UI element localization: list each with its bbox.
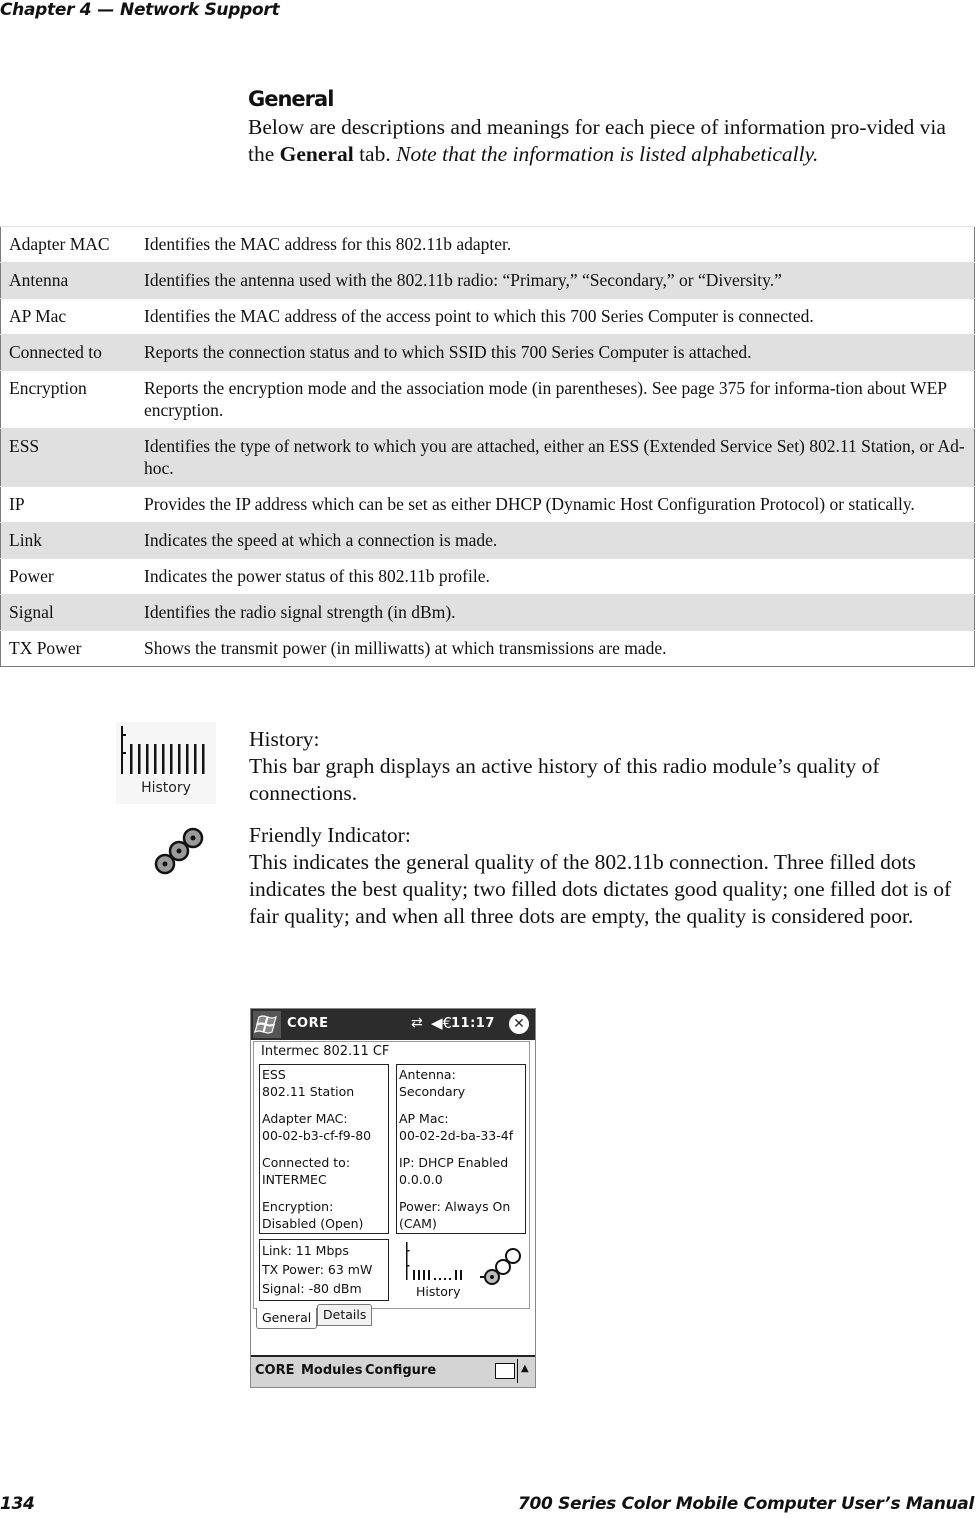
friendly-indicator-icon — [150, 822, 210, 882]
definition-description: Identifies the type of network to which … — [136, 428, 975, 487]
connected-to-value: INTERMEC — [262, 1172, 327, 1187]
adapter-panel-title: Intermec 802.11 CF — [261, 1044, 390, 1059]
definition-term: Link — [0, 522, 136, 559]
ess-value: 802.11 Station — [262, 1084, 355, 1099]
definition-term: Power — [0, 558, 136, 595]
history-graph: History — [404, 1242, 474, 1300]
section-intro: Below are descriptions and meanings for … — [248, 115, 946, 166]
encryption-value: Disabled (Open) — [262, 1216, 364, 1231]
definitions-table: Adapter MAC Identifies the MAC address fo… — [0, 226, 975, 667]
definition-term: Signal — [0, 594, 136, 631]
definition-description: Indicates the power status of this 802.1… — [136, 558, 975, 595]
history-icon: History — [116, 722, 216, 804]
power-value: (CAM) — [399, 1216, 437, 1231]
definition-description: Provides the IP address which can be set… — [136, 486, 975, 523]
ip-value: 0.0.0.0 — [399, 1172, 443, 1187]
friendly-indicator-text: This indicates the general quality of th… — [249, 850, 952, 928]
connectivity-icon[interactable]: ⇄ — [411, 1015, 423, 1031]
ess-label: ESS — [262, 1067, 286, 1082]
friendly-indicator-title: Friendly Indicator: — [249, 823, 411, 847]
friendly-indicator-description: Friendly Indicator: This indicates the g… — [249, 822, 977, 930]
definition-description: Shows the transmit power (in milliwatts)… — [136, 630, 975, 667]
windows-start-icon[interactable] — [253, 1011, 281, 1038]
antenna-label: Antenna: — [399, 1067, 456, 1082]
input-panel-arrow-icon[interactable]: ▲ — [521, 1363, 529, 1374]
history-text: This bar graph displays an active histor… — [249, 754, 880, 805]
section-heading: General — [248, 87, 334, 111]
menu-configure[interactable]: Configure — [365, 1363, 436, 1378]
signal-strength: Signal: -80 dBm — [262, 1281, 362, 1296]
definition-description: Identifies the MAC address for this 802.… — [136, 226, 975, 263]
device-clock[interactable]: 11:17 — [451, 1016, 495, 1031]
device-screenshot: CORE ⇄ ◀€ 11:17 ✕ Intermec 802.11 CF ESS… — [250, 1008, 536, 1388]
history-description: History: This bar graph displays an acti… — [249, 726, 977, 807]
power-label: Power: Always On — [399, 1199, 511, 1214]
definition-description: Identifies the MAC address of the access… — [136, 298, 975, 335]
ap-mac-label: AP Mac: — [399, 1111, 449, 1126]
adapter-info-left: ESS 802.11 Station Adapter MAC: 00-02-b3… — [259, 1064, 389, 1234]
definition-row: Signal Identifies the radio signal streng… — [0, 594, 975, 631]
adapter-mac-label: Adapter MAC: — [262, 1111, 348, 1126]
definition-row: Antenna Identifies the antenna used with … — [0, 262, 975, 299]
tx-power: TX Power: 63 mW — [262, 1262, 373, 1277]
chapter-label: Chapter 4 — [0, 0, 92, 20]
separator: — — [97, 0, 115, 20]
menu-core[interactable]: CORE — [255, 1363, 294, 1378]
page-number: 134 — [0, 1494, 35, 1514]
adapter-panel: Intermec 802.11 CF ESS 802.11 Station Ad… — [253, 1041, 530, 1309]
definition-term: Connected to — [0, 334, 136, 371]
history-graph-label: History — [416, 1284, 461, 1299]
definition-row: IP Provides the IP address which can be s… — [0, 486, 975, 523]
definition-term: Antenna — [0, 262, 136, 299]
ap-mac-value: 00-02-2d-ba-33-4f — [399, 1128, 514, 1143]
manual-title: 700 Series Color Mobile Computer User’s … — [517, 1494, 974, 1514]
definition-row: Connected to Reports the connection statu… — [0, 334, 975, 371]
link-stats-box: Link: 11 Mbps TX Power: 63 mW Signal: -8… — [259, 1239, 389, 1301]
definition-row: TX Power Shows the transmit power (in mil… — [0, 630, 975, 667]
friendly-indicator-status — [480, 1247, 526, 1287]
definition-description: Identifies the radio signal strength (in… — [136, 594, 975, 631]
tab-general[interactable]: General — [256, 1308, 318, 1329]
encryption-label: Encryption: — [262, 1199, 334, 1214]
menu-modules[interactable]: Modules — [301, 1363, 362, 1378]
device-app-name: CORE — [287, 1016, 329, 1031]
definition-term: IP — [0, 486, 136, 523]
menubar-divider — [517, 1359, 518, 1383]
chapter-title: Network Support — [120, 0, 280, 20]
history-title: History: — [249, 727, 320, 751]
definition-description: Identifies the antenna used with the 802… — [136, 262, 975, 299]
definition-description: Reports the connection status and to whi… — [136, 334, 975, 371]
close-icon[interactable]: ✕ — [509, 1014, 529, 1034]
definition-term: AP Mac — [0, 298, 136, 335]
definition-row: Link Indicates the speed at which a conne… — [0, 522, 975, 559]
volume-icon[interactable]: ◀€ — [431, 1014, 452, 1032]
general-section: General Below are descriptions and meani… — [248, 84, 973, 168]
definition-term: Encryption — [0, 370, 136, 429]
definition-description: Indicates the speed at which a connectio… — [136, 522, 975, 559]
definition-row: Encryption Reports the encryption mode an… — [0, 370, 975, 429]
device-titlebar: CORE ⇄ ◀€ 11:17 ✕ — [251, 1009, 535, 1040]
device-menubar: CORE Modules Configure ▲ — [251, 1355, 535, 1387]
connected-to-label: Connected to: — [262, 1155, 351, 1170]
definition-row: ESS Identifies the type of network to whi… — [0, 428, 975, 487]
definition-row: Adapter MAC Identifies the MAC address fo… — [0, 226, 975, 263]
link-speed: Link: 11 Mbps — [262, 1243, 349, 1258]
definition-row: AP Mac Identifies the MAC address of the … — [0, 298, 975, 335]
definition-description: Reports the encryption mode and the asso… — [136, 370, 975, 429]
definition-term: TX Power — [0, 630, 136, 667]
keyboard-icon[interactable] — [495, 1363, 515, 1379]
history-icon-label: History — [141, 780, 191, 796]
adapter-info-right: Antenna: Secondary AP Mac: 00-02-2d-ba-3… — [396, 1064, 526, 1234]
tab-details[interactable]: Details — [317, 1304, 373, 1326]
ip-label: IP: DHCP Enabled — [399, 1155, 509, 1170]
antenna-value: Secondary — [399, 1084, 466, 1099]
running-head: Chapter 4— Network Support — [0, 0, 280, 20]
adapter-mac-value: 00-02-b3-cf-f9-80 — [262, 1128, 372, 1143]
definition-term: Adapter MAC — [0, 226, 136, 263]
definition-term: ESS — [0, 428, 136, 487]
definition-row: Power Indicates the power status of this … — [0, 558, 975, 595]
